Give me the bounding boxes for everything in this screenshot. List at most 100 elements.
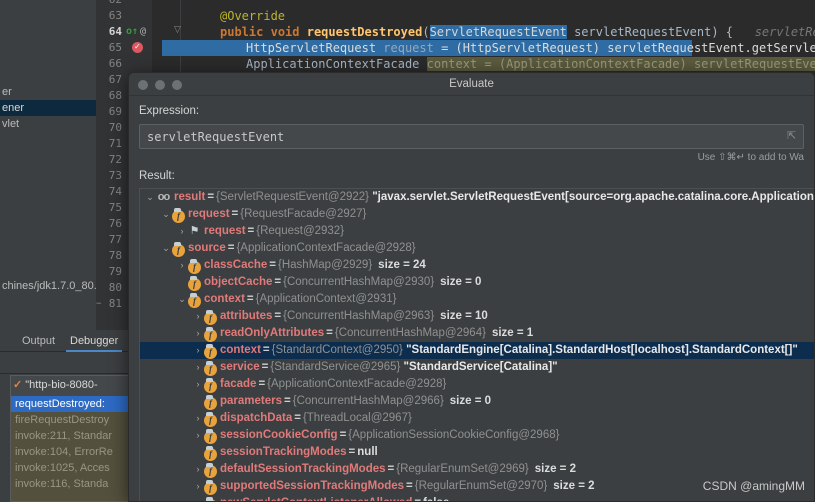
chevron-right-icon[interactable]: › xyxy=(192,359,204,376)
expand-icon[interactable]: ⇱ xyxy=(787,130,799,143)
dialog-title: Evaluate xyxy=(449,78,494,90)
tree-row[interactable]: › f service = {StandardService@2965} "Standa… xyxy=(140,359,814,376)
field-icon: f xyxy=(204,327,217,342)
node-size: size = 10 xyxy=(440,310,488,322)
left-tree-item-jdk-path[interactable]: chines/jdk1.7.0_80. xyxy=(0,278,96,294)
line-number: 66 xyxy=(108,57,122,70)
line-number: 80 xyxy=(108,281,122,294)
thread-name: "http-bio-8080- xyxy=(25,379,98,391)
node-name: parameters xyxy=(220,395,283,407)
node-ref: {ServletRequestEvent@2922} xyxy=(216,191,370,203)
node-name: supportedSessionTrackingModes xyxy=(220,480,405,492)
frames-box: ✓ "http-bio-8080- requestDestroyed: fire… xyxy=(10,375,135,502)
frame-row[interactable]: invoke:211, Standar xyxy=(11,428,134,444)
tree-row[interactable]: f parameters = {ConcurrentHashMap@2966} size… xyxy=(140,393,814,410)
tree-row[interactable]: › f sessionCookieConfig = {ApplicationSessio… xyxy=(140,427,814,444)
chevron-right-icon[interactable]: › xyxy=(192,478,204,495)
node-name: classCache xyxy=(204,259,268,271)
node-name: request xyxy=(204,225,246,237)
type-httpservletrequest: HttpServletRequest xyxy=(246,41,384,55)
frame-row[interactable]: invoke:1025, Acces xyxy=(11,460,134,476)
line-number: 74 xyxy=(108,185,122,198)
tree-row[interactable]: › f facade = {ApplicationContextFacade@2928} xyxy=(140,376,814,393)
tab-debugger[interactable]: Debugger xyxy=(66,332,123,352)
line-number: 71 xyxy=(108,137,122,150)
chevron-right-icon[interactable]: › xyxy=(192,461,204,478)
chevron-right-icon[interactable]: › xyxy=(192,427,204,444)
field-icon: f xyxy=(172,242,185,257)
result-tree[interactable]: ⌄ oo result = {ServletRequestEvent@2922} "ja… xyxy=(139,188,814,501)
chevron-right-icon[interactable]: › xyxy=(192,342,204,359)
inline-hint-text: servletRequestE xyxy=(754,25,815,39)
chevron-right-icon[interactable]: › xyxy=(176,257,188,274)
node-ref: {RequestFacade@2927} xyxy=(240,208,367,220)
type-applicationcontextfacade: ApplicationContextFacade xyxy=(246,57,427,71)
field-icon: f xyxy=(204,310,217,325)
gutter-caret-icon: − xyxy=(96,299,102,309)
field-icon: f xyxy=(188,276,201,291)
arrow-up-icon[interactable]: o↑ xyxy=(126,24,138,40)
line-number: 67 xyxy=(108,73,122,86)
node-size: size = 24 xyxy=(378,259,426,271)
tree-row[interactable]: ⌄ f source = {ApplicationContextFacade@2928} xyxy=(140,240,814,257)
chevron-down-icon[interactable]: ⌄ xyxy=(160,206,172,223)
project-tree-panel[interactable]: er ener vlet chines/jdk1.7.0_80. xyxy=(0,0,96,330)
chevron-right-icon[interactable]: › xyxy=(192,308,204,325)
var-request: request xyxy=(383,41,434,55)
equals-sign: = xyxy=(261,361,269,373)
frame-row[interactable]: fireRequestDestroy xyxy=(11,412,134,428)
field-icon: f xyxy=(188,293,201,308)
tree-row[interactable]: › f attributes = {ConcurrentHashMap@2963} siz… xyxy=(140,308,814,325)
code-line-63: @Override xyxy=(152,8,815,24)
chevron-right-icon[interactable]: › xyxy=(192,376,204,393)
tree-row[interactable]: › f classCache = {HashMap@2929} size = 24 xyxy=(140,257,814,274)
tree-row[interactable]: fnewServletContextListenerAllowed=false xyxy=(140,495,814,501)
keyword-public: public xyxy=(220,25,264,39)
debug-tabs: Output Debugger xyxy=(0,330,135,352)
node-name: newServletContextListenerAllowed xyxy=(217,497,412,501)
tree-row[interactable]: f objectCache = {ConcurrentHashMap@2930} siz… xyxy=(140,274,814,291)
left-tree-item[interactable]: vlet xyxy=(0,116,96,132)
frame-row[interactable]: invoke:104, ErrorRe xyxy=(11,444,134,460)
chevron-down-icon[interactable]: ⌄ xyxy=(176,291,188,308)
expression-value: servletRequestEvent xyxy=(147,130,285,144)
chevron-down-icon[interactable]: ⌄ xyxy=(160,240,172,257)
tree-row[interactable]: › f dispatchData = {ThreadLocal@2967} xyxy=(140,410,814,427)
frame-row[interactable]: invoke:116, Standa xyxy=(11,476,134,492)
chevron-right-icon[interactable]: › xyxy=(192,410,204,427)
tree-row-selected[interactable]: › f context = {StandardContext@2950} "Standa… xyxy=(140,342,814,359)
frames-list[interactable]: requestDestroyed: fireRequestDestroy inv… xyxy=(11,396,134,501)
node-ref: {ApplicationContext@2931} xyxy=(255,293,397,305)
node-ref: {StandardContext@2950} xyxy=(271,344,403,356)
dialog-titlebar[interactable]: Evaluate xyxy=(129,73,814,96)
equals-sign: = xyxy=(262,344,270,356)
tree-row[interactable]: ⌄ f context = {ApplicationContext@2931} xyxy=(140,291,814,308)
override-annotation-icon[interactable]: @ xyxy=(140,24,146,40)
chevron-down-icon[interactable]: ⌄ xyxy=(144,189,156,206)
chevron-right-icon[interactable]: › xyxy=(192,325,204,342)
node-ref: {RegularEnumSet@2969} xyxy=(396,463,529,475)
chevron-right-icon[interactable]: › xyxy=(176,223,188,240)
tree-row[interactable]: › f readOnlyAttributes = {ConcurrentHashMap@… xyxy=(140,325,814,342)
tab-output[interactable]: Output xyxy=(18,332,59,352)
breakpoint-icon[interactable]: ✓ xyxy=(132,42,143,53)
node-value: false xyxy=(423,497,449,501)
left-tree-item[interactable]: er xyxy=(0,84,96,100)
debug-tool-window: Output Debugger Frames Threads ✓ "http-b… xyxy=(0,330,135,502)
tree-row[interactable]: › ⚑ request = {Request@2932} xyxy=(140,223,814,240)
thread-selector[interactable]: ✓ "http-bio-8080- xyxy=(11,376,134,394)
watermark: CSDN @amingMM xyxy=(702,479,805,493)
node-name: context xyxy=(204,293,245,305)
line-number: 77 xyxy=(108,233,122,246)
equals-sign: = xyxy=(207,191,215,203)
line-number: 79 xyxy=(108,265,122,278)
tree-row[interactable]: f sessionTrackingModes = null xyxy=(140,444,814,461)
tree-row[interactable]: ⌄ oo result = {ServletRequestEvent@2922} "ja… xyxy=(140,189,814,206)
left-tree-item-selected[interactable]: ener xyxy=(0,100,96,116)
tree-row[interactable]: › f defaultSessionTrackingModes = {RegularEn… xyxy=(140,461,814,478)
node-name: sessionTrackingModes xyxy=(220,446,347,458)
tree-row[interactable]: ⌄ f request = {RequestFacade@2927} xyxy=(140,206,814,223)
equals-sign: = xyxy=(284,395,291,407)
frame-row-selected[interactable]: requestDestroyed: xyxy=(11,396,134,412)
expression-input[interactable]: servletRequestEvent ⇱ xyxy=(139,124,804,149)
